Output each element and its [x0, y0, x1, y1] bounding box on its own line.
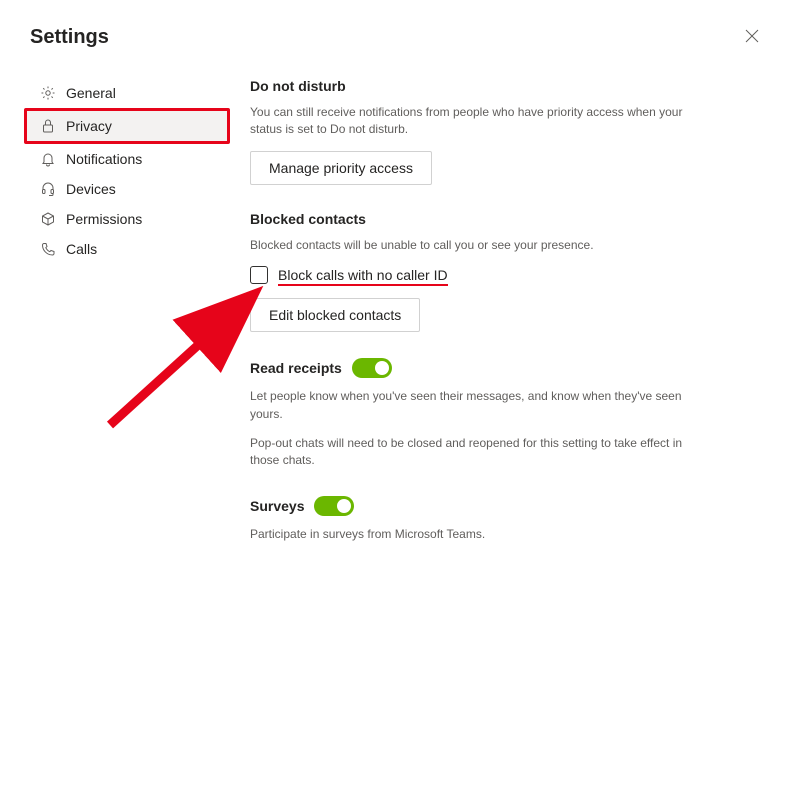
sidebar-item-notifications[interactable]: Notifications	[30, 144, 230, 174]
do-not-disturb-section: Do not disturb You can still receive not…	[250, 78, 690, 185]
surveys-description: Participate in surveys from Microsoft Te…	[250, 526, 690, 543]
page-title: Settings	[30, 26, 109, 49]
blocked-contacts-section: Blocked contacts Blocked contacts will b…	[250, 211, 690, 332]
privacy-panel: Do not disturb You can still receive not…	[250, 78, 690, 569]
gear-icon	[40, 85, 56, 101]
phone-icon	[40, 241, 56, 257]
read-receipts-heading: Read receipts	[250, 360, 342, 376]
blocked-contacts-heading: Blocked contacts	[250, 211, 690, 227]
sidebar-item-privacy[interactable]: Privacy	[24, 108, 230, 144]
read-receipts-desc2: Pop-out chats will need to be closed and…	[250, 435, 690, 470]
sidebar-item-devices[interactable]: Devices	[30, 174, 230, 204]
dnd-heading: Do not disturb	[250, 78, 690, 94]
read-receipts-toggle[interactable]	[352, 358, 392, 378]
block-calls-no-caller-id-checkbox[interactable]	[250, 266, 268, 284]
blocked-contacts-description: Blocked contacts will be unable to call …	[250, 237, 690, 254]
block-no-caller-id-row: Block calls with no caller ID	[250, 266, 690, 284]
package-icon	[40, 211, 56, 227]
surveys-toggle[interactable]	[314, 496, 354, 516]
sidebar-item-permissions[interactable]: Permissions	[30, 204, 230, 234]
edit-blocked-contacts-button[interactable]: Edit blocked contacts	[250, 298, 420, 332]
sidebar-item-label: General	[66, 85, 116, 101]
surveys-heading: Surveys	[250, 498, 304, 514]
sidebar-item-label: Privacy	[66, 118, 112, 134]
sidebar-item-calls[interactable]: Calls	[30, 234, 230, 264]
lock-icon	[40, 118, 56, 134]
sidebar-item-general[interactable]: General	[30, 78, 230, 108]
close-icon	[745, 29, 759, 43]
close-button[interactable]	[737, 24, 767, 50]
dnd-description: You can still receive notifications from…	[250, 104, 690, 139]
headset-icon	[40, 181, 56, 197]
manage-priority-access-button[interactable]: Manage priority access	[250, 151, 432, 185]
sidebar-item-label: Notifications	[66, 151, 142, 167]
sidebar-item-label: Devices	[66, 181, 116, 197]
block-no-caller-id-label: Block calls with no caller ID	[278, 267, 448, 283]
read-receipts-section: Read receipts Let people know when you'v…	[250, 358, 690, 470]
sidebar-item-label: Permissions	[66, 211, 142, 227]
bell-icon	[40, 151, 56, 167]
sidebar-item-label: Calls	[66, 241, 97, 257]
surveys-section: Surveys Participate in surveys from Micr…	[250, 496, 690, 543]
settings-sidebar: General Privacy Notifications	[30, 78, 230, 264]
read-receipts-desc1: Let people know when you've seen their m…	[250, 388, 690, 423]
